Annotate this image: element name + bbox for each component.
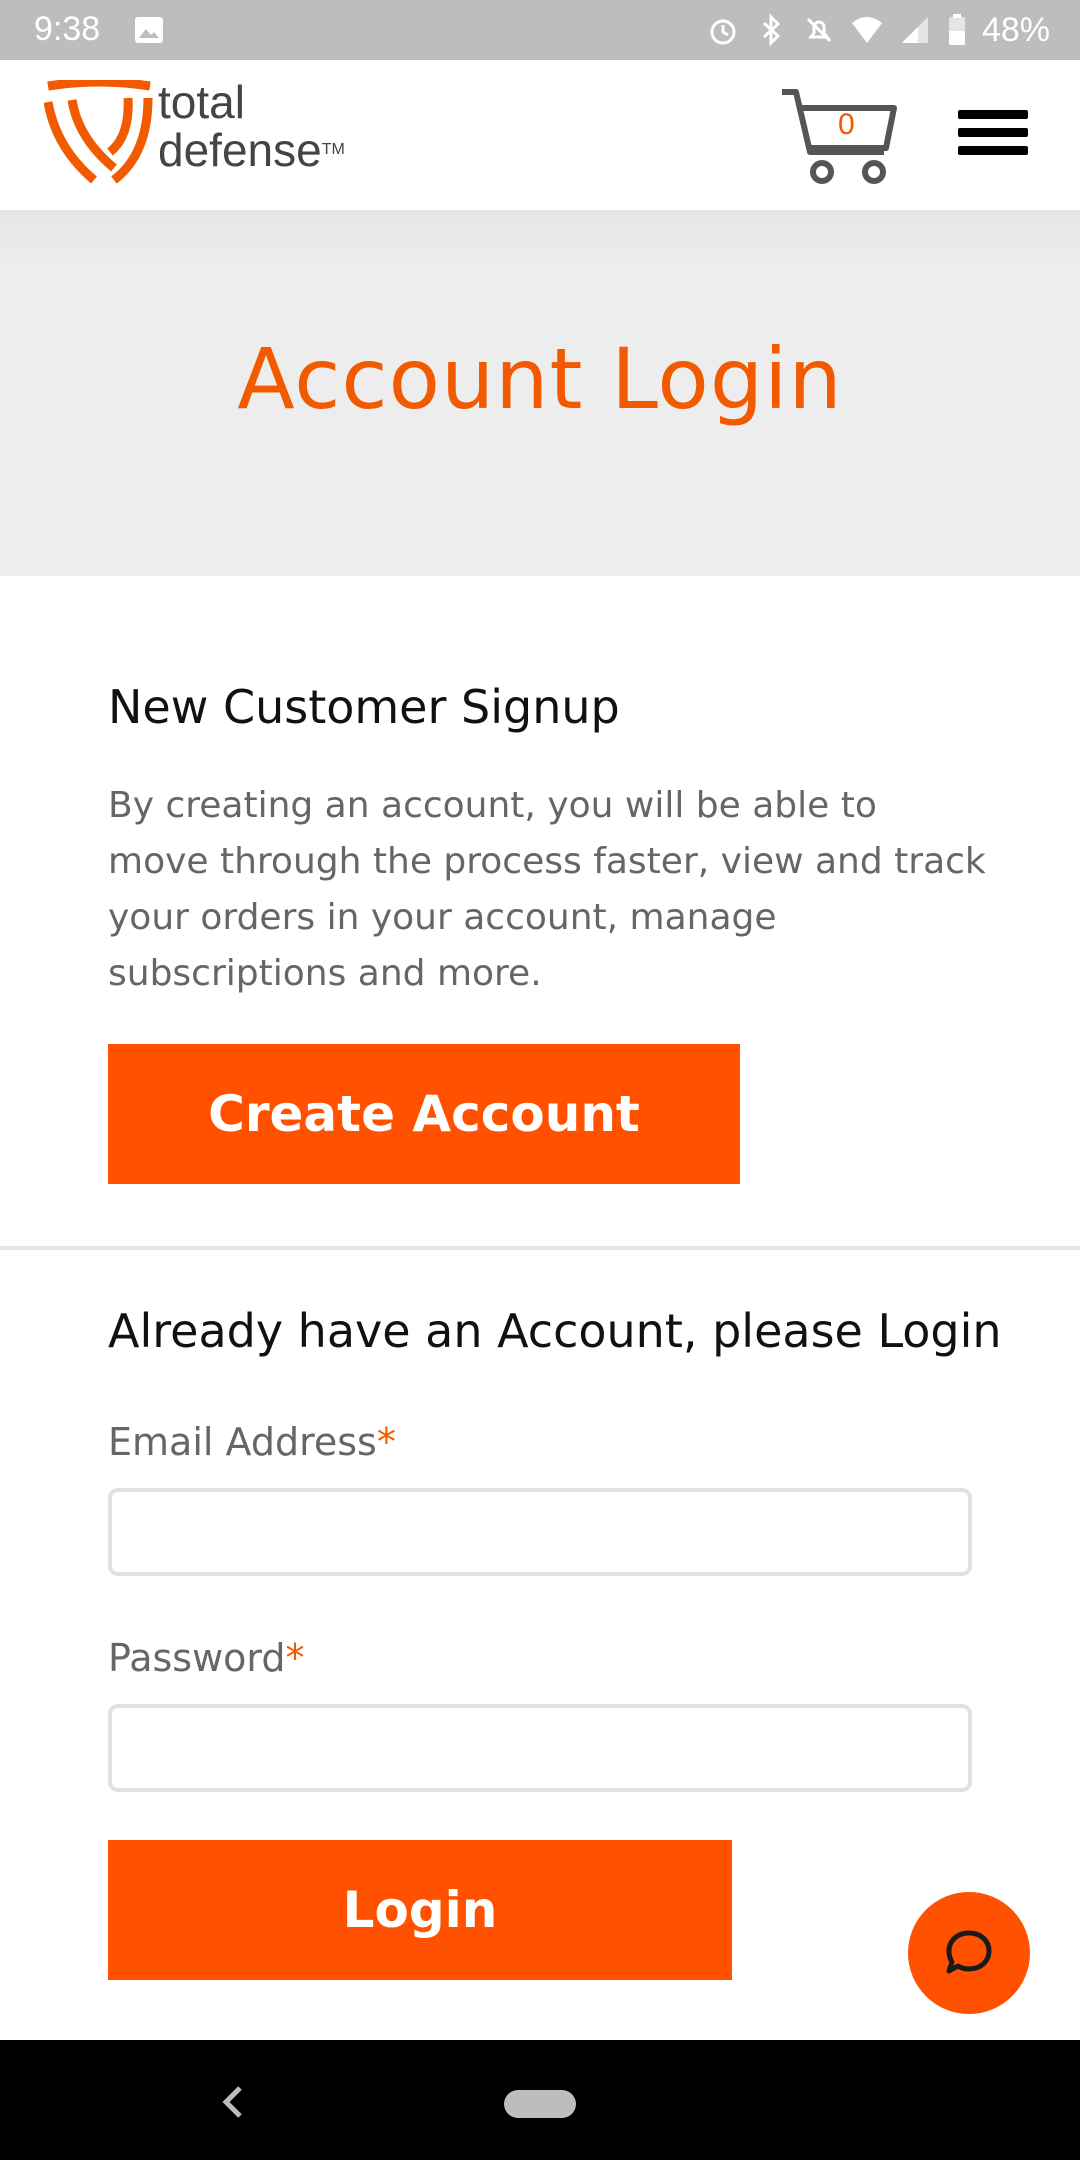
shield-logo-icon[interactable] bbox=[44, 80, 154, 186]
create-account-button[interactable]: Create Account bbox=[108, 1044, 740, 1184]
battery-percent: 48% bbox=[981, 10, 1050, 49]
wifi-icon bbox=[851, 17, 882, 43]
alarm-icon bbox=[710, 19, 736, 45]
email-field[interactable] bbox=[108, 1488, 972, 1576]
page-title: Account Login bbox=[237, 330, 843, 428]
system-nav-bar bbox=[0, 2040, 1080, 2160]
page-hero: Account Login bbox=[0, 210, 1080, 576]
logo-line-2: defense bbox=[158, 124, 322, 176]
logo-trademark: TM bbox=[321, 141, 345, 158]
hamburger-menu-icon[interactable] bbox=[958, 110, 1028, 160]
back-icon[interactable] bbox=[218, 2082, 248, 2122]
password-label: Password* bbox=[108, 1636, 305, 1680]
logo-wordmark[interactable]: total defenseTM bbox=[158, 78, 345, 174]
site-header: total defenseTM 0 bbox=[0, 60, 1080, 210]
section-divider bbox=[0, 1246, 1080, 1250]
signup-heading: New Customer Signup bbox=[108, 680, 620, 734]
email-label-text: Email Address bbox=[108, 1420, 377, 1464]
status-time: 9:38 bbox=[34, 10, 101, 48]
password-label-text: Password bbox=[108, 1636, 286, 1680]
logo-line-1: total bbox=[158, 76, 245, 128]
required-marker: * bbox=[285, 1636, 305, 1680]
login-button[interactable]: Login bbox=[108, 1840, 732, 1980]
password-field[interactable] bbox=[108, 1704, 972, 1792]
signup-description: By creating an account, you will be able… bbox=[108, 785, 986, 994]
email-label: Email Address* bbox=[108, 1420, 396, 1464]
mute-icon bbox=[806, 17, 831, 43]
image-icon bbox=[135, 17, 163, 43]
cart-count-badge: 0 bbox=[838, 108, 855, 141]
signal-icon bbox=[901, 17, 928, 43]
chat-bubble-icon bbox=[946, 1930, 992, 1974]
login-heading: Already have an Account, please Login bbox=[108, 1304, 1002, 1358]
battery-icon bbox=[948, 14, 965, 45]
required-marker: * bbox=[376, 1420, 396, 1464]
home-pill-button[interactable] bbox=[504, 2090, 576, 2118]
bluetooth-icon bbox=[762, 13, 781, 47]
status-bar: 9:38 48% bbox=[0, 0, 1080, 60]
chat-button[interactable] bbox=[908, 1892, 1030, 2014]
